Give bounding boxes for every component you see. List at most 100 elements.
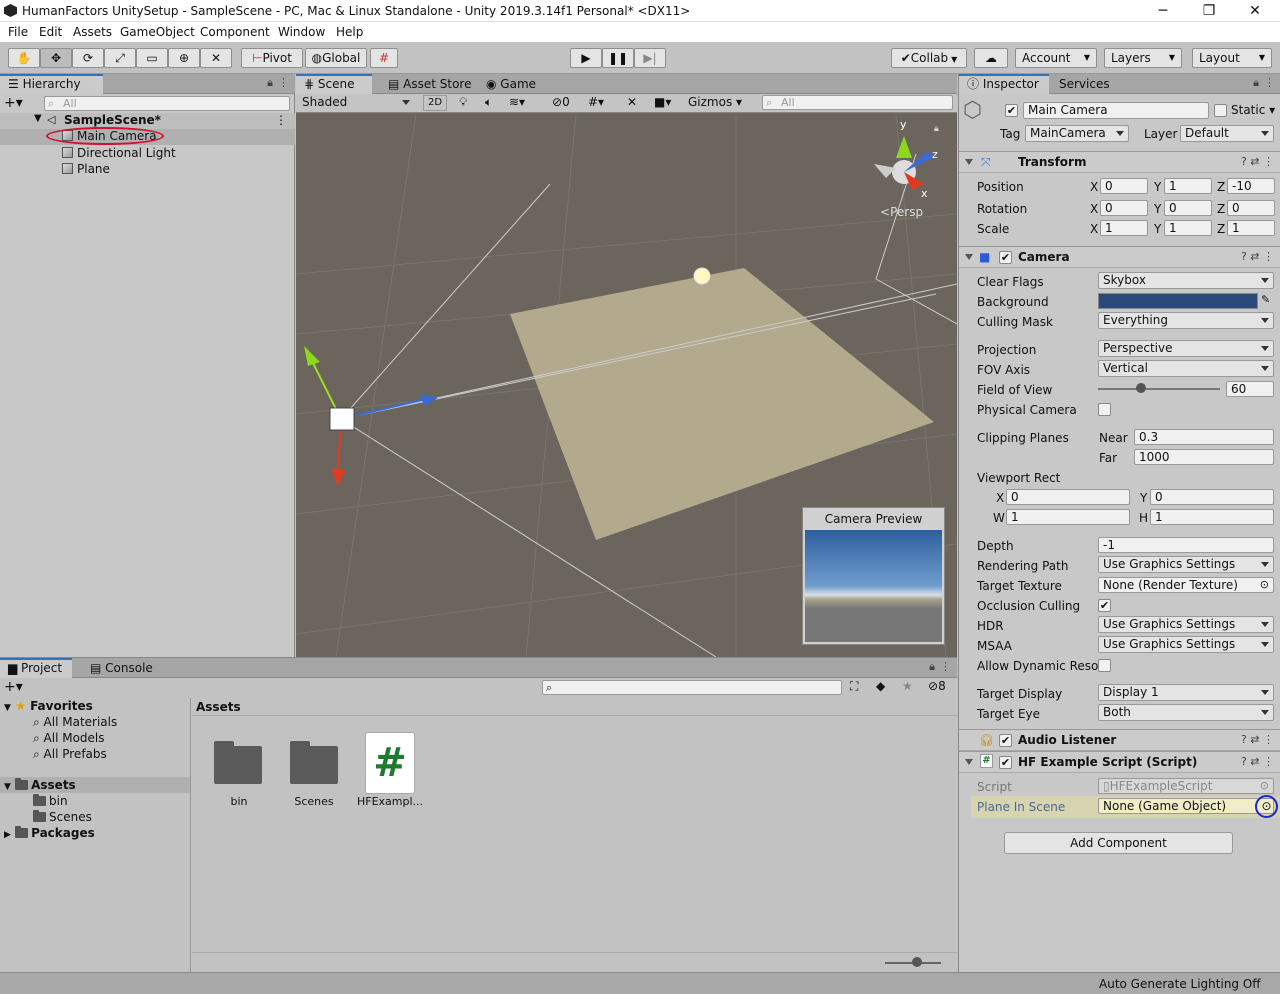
hierarchy-item-directional-light[interactable]: Directional Light [62,146,176,160]
favorite-star-icon[interactable]: ★ [902,679,913,693]
scene-menu-icon[interactable]: ⋮ [275,113,287,127]
hand-tool-icon[interactable]: ✋ [8,48,40,68]
account-dropdown[interactable]: Account ▼ [1015,48,1097,68]
panel-menu-icon[interactable]: ⋮ [1264,76,1275,89]
depth-input[interactable]: -1 [1098,537,1274,553]
collab-dropdown[interactable]: ✔Collab ▼ [891,48,967,68]
tab-inspector[interactable]: ⓘ Inspector [959,74,1049,94]
position-x[interactable]: 0 [1100,178,1148,194]
move-tool-icon[interactable]: ✥ [40,48,72,68]
scale-z[interactable]: 1 [1227,220,1275,236]
fov-slider-thumb[interactable] [1136,383,1146,393]
object-name-input[interactable]: Main Camera [1023,102,1209,119]
audio-toggle-icon[interactable]: 🔈︎ [485,95,492,110]
eyedropper-icon[interactable]: ✎ [1261,293,1270,306]
gizmo-y-arrow[interactable] [304,346,320,366]
close-button[interactable]: ✕ [1240,1,1270,21]
tab-hierarchy[interactable]: ☰ Hierarchy [0,74,103,94]
asset-item-scenes[interactable]: Scenes [287,738,341,808]
component-icons[interactable]: ? ⇄ ⋮ [1241,155,1274,168]
cloud-button[interactable]: ☁ [974,48,1008,68]
hierarchy-item-main-camera[interactable]: Main Camera [0,127,295,145]
viewport-x[interactable]: 0 [1006,489,1130,505]
scale-tool-icon[interactable]: ⤢ [104,48,136,68]
clear-flags-dropdown[interactable]: Skybox [1098,272,1274,289]
object-picker-icon[interactable]: ⊙ [1255,795,1278,818]
menu-component[interactable]: Component [200,25,270,39]
static-checkbox[interactable] [1214,104,1227,117]
step-button[interactable]: ▶| [634,48,666,68]
menu-edit[interactable]: Edit [39,25,62,39]
far-input[interactable]: 1000 [1134,449,1274,465]
custom-tool-icon[interactable]: ✕ [200,48,232,68]
pause-button[interactable]: ❚❚ [602,48,634,68]
rotation-z[interactable]: 0 [1227,200,1275,216]
pivot-toggle[interactable]: ⊢Pivot [241,48,303,68]
filter-type-icon[interactable]: ⛶ [850,679,858,694]
grid-toggle-icon[interactable]: #▾ [588,95,604,109]
tab-asset-store[interactable]: ▤ Asset Store [380,74,480,94]
menu-file[interactable]: File [8,25,28,39]
target-eye-dropdown[interactable]: Both [1098,704,1274,721]
filter-label-icon[interactable]: ◆ [876,679,885,693]
status-text[interactable]: Auto Generate Lighting Off [1099,977,1261,991]
gizmo-x-arrow[interactable] [331,469,346,486]
culling-mask-dropdown[interactable]: Everything [1098,312,1274,329]
minimize-button[interactable]: ─ [1148,1,1178,21]
menu-gameobject[interactable]: GameObject [120,25,195,39]
target-texture-field[interactable]: None (Render Texture) ⊙ [1098,577,1274,593]
hidden-objects-toggle[interactable]: ⊘0 [552,95,570,109]
camera-header[interactable]: ■ ✔ Camera ? ⇄ ⋮ [959,246,1280,268]
fov-input[interactable]: 60 [1226,381,1274,397]
gameobject-large-icon[interactable]: ⬡ [963,100,987,124]
tab-scene[interactable]: ⋕ Scene [296,74,372,94]
favorite-all-materials[interactable]: ⌕ All Materials [33,715,117,730]
tools-icon[interactable]: ✕ [627,95,637,109]
lock-icon[interactable]: 🔒︎ [929,660,935,674]
camera-object-icon[interactable] [329,407,355,431]
occlusion-culling-checkbox[interactable]: ✔ [1098,599,1111,612]
slider-thumb[interactable] [912,957,922,967]
layers-dropdown[interactable]: Layers ▼ [1104,48,1182,68]
transform-tool-icon[interactable]: ⊕ [168,48,200,68]
tab-services[interactable]: Services [1051,74,1118,94]
add-component-button[interactable]: Add Component [1004,832,1233,854]
plane-mesh[interactable] [510,268,934,540]
hdr-dropdown[interactable]: Use Graphics Settings [1098,616,1274,633]
position-z[interactable]: -10 [1227,178,1275,194]
hf-script-header[interactable]: # ✔ HF Example Script (Script) ? ⇄ ⋮ [959,751,1280,773]
effects-toggle-icon[interactable]: ≋▾ [509,95,525,109]
dynamic-resolution-checkbox[interactable] [1098,659,1111,672]
viewport-w[interactable]: 1 [1006,509,1130,525]
project-search-input[interactable]: ⌕ [542,680,842,695]
assets-folder[interactable]: ▼ Assets [0,777,190,793]
asset-item-script[interactable]: # HFExampl... [357,730,423,808]
hierarchy-search-input[interactable]: ⌕ All [44,96,290,111]
2d-toggle[interactable]: 2D [423,95,447,111]
object-picker-icon[interactable]: ⊙ [1260,578,1269,592]
rect-tool-icon[interactable]: ▭ [136,48,168,68]
tab-project[interactable]: ▆ Project [0,658,72,678]
viewport-y[interactable]: 0 [1150,489,1274,505]
gizmo-z-arrow[interactable] [420,394,438,406]
folder-scenes[interactable]: Scenes [33,810,92,824]
audio-listener-checkbox[interactable]: ✔ [999,734,1012,747]
hidden-packages-toggle[interactable]: ⊘8 [928,679,946,693]
snap-toggle[interactable]: # [370,48,398,68]
camera-settings-icon[interactable]: ■▾ [654,95,671,109]
component-icons[interactable]: ? ⇄ ⋮ [1241,250,1274,263]
target-display-dropdown[interactable]: Display 1 [1098,684,1274,701]
create-plus-button[interactable]: +▾ [4,679,23,695]
audio-listener-header[interactable]: 🎧︎ ✔ Audio Listener ? ⇄ ⋮ [959,729,1280,751]
menu-window[interactable]: Window [278,25,325,39]
layout-dropdown[interactable]: Layout ▼ [1192,48,1272,68]
gizmos-dropdown[interactable]: Gizmos ▾ [688,95,742,109]
rotation-x[interactable]: 0 [1100,200,1148,216]
scene-search-input[interactable]: ⌕ All [762,95,953,110]
lock-icon[interactable]: 🔒︎ [1253,76,1259,90]
maximize-button[interactable]: ❐ [1194,1,1224,21]
lighting-toggle-icon[interactable]: 💡︎ [459,95,467,110]
gizmo-lock-icon[interactable]: 🔒︎ [934,124,939,134]
rotation-y[interactable]: 0 [1164,200,1212,216]
asset-item-bin[interactable]: bin [212,738,266,808]
